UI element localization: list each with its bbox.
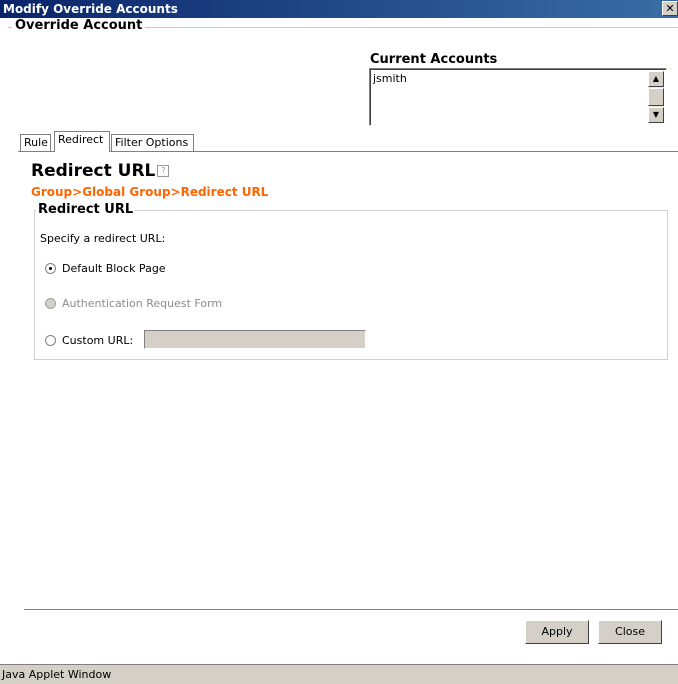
title-bar: Modify Override Accounts ✕ (0, 0, 678, 18)
close-button[interactable]: Close (598, 620, 662, 644)
scroll-down-icon[interactable]: ▼ (648, 107, 664, 123)
window-title: Modify Override Accounts (3, 2, 178, 16)
custom-url-input[interactable] (144, 330, 366, 349)
tab-filter-options[interactable]: Filter Options (111, 134, 194, 151)
radio-label: Authentication Request Form (62, 297, 223, 310)
scroll-thumb[interactable] (648, 88, 664, 106)
list-scrollbar[interactable]: ▲ ▼ (648, 71, 664, 123)
radio-authentication-request-form: Authentication Request Form (45, 297, 222, 310)
radio-disabled-icon (45, 298, 56, 309)
override-account-label: Override Account (12, 18, 146, 33)
close-icon[interactable]: ✕ (662, 1, 678, 16)
radio-label: Default Block Page (62, 262, 166, 275)
radio-label: Custom URL: (62, 334, 134, 347)
footer-divider (24, 609, 678, 610)
radio-checked-icon[interactable] (45, 263, 56, 274)
radio-unchecked-icon[interactable] (45, 335, 56, 346)
tab-divider (18, 151, 678, 152)
scroll-up-icon[interactable]: ▲ (648, 71, 664, 87)
status-bar: Java Applet Window (0, 664, 678, 684)
current-accounts-list[interactable]: jsmith ▲ ▼ (369, 68, 667, 126)
tab-redirect[interactable]: Redirect (54, 131, 110, 152)
redirect-instruction: Specify a redirect URL: (40, 232, 166, 245)
tab-rule[interactable]: Rule (20, 134, 51, 151)
radio-custom-url[interactable]: Custom URL: (45, 334, 133, 347)
apply-button[interactable]: Apply (525, 620, 589, 644)
current-accounts-label: Current Accounts (370, 52, 498, 67)
help-icon[interactable]: ? (157, 165, 170, 177)
page-title-text: Redirect URL (31, 161, 156, 181)
radio-default-block-page[interactable]: Default Block Page (45, 262, 166, 275)
list-item[interactable]: jsmith (373, 72, 407, 85)
breadcrumb: Group>Global Group>Redirect URL (31, 185, 269, 199)
page-title: Redirect URL? (31, 161, 170, 181)
redirect-url-group-label: Redirect URL (36, 202, 136, 217)
